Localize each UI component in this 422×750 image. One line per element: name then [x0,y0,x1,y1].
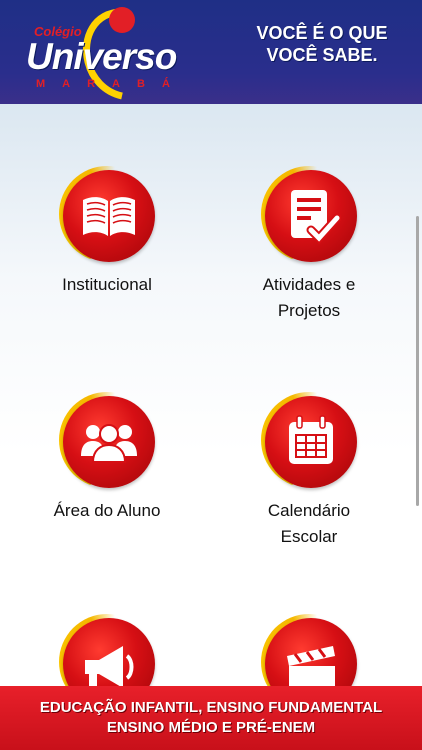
menu-item-avisos[interactable] [17,614,197,686]
menu-item-label: Área do Aluno [53,501,161,520]
menu-badge [261,166,357,262]
menu-grid: Institucional Atividades e Projetos Área… [0,104,422,686]
menu-item-videos[interactable] [219,614,399,686]
logo-city-text: MARABÁ [36,78,187,90]
calendar-icon [289,415,333,464]
scrollbar[interactable] [416,216,419,506]
book-icon [83,197,135,236]
checklist-document-icon [291,190,341,245]
app-header: Colégio Universo MARABÁ VOCÊ É O QUE VOC… [0,0,422,104]
menu-item-label: Institucional [62,275,152,294]
menu-item-institucional[interactable]: Institucional [17,166,197,298]
footer-line1: EDUCAÇÃO INFANTIL, ENSINO FUNDAMENTAL [39,699,383,716]
tagline-line2: VOCÊ SABE. [266,45,378,65]
menu-item-area-do-aluno[interactable]: Área do Aluno [17,392,197,524]
menu-badge [59,614,155,686]
menu-item-label: Atividades e Projetos [262,275,356,320]
menu-item-label: Calendário Escolar [267,501,351,546]
footer-banner: EDUCAÇÃO INFANTIL, ENSINO FUNDAMENTAL EN… [0,686,422,750]
menu-item-atividades-projetos[interactable]: Atividades e Projetos [219,166,399,324]
school-logo: Colégio Universo MARABÁ [24,7,204,100]
menu-badge [59,392,155,488]
tagline-line1: VOCÊ É O QUE [256,23,388,43]
megaphone-icon [85,646,134,686]
footer-line2: ENSINO MÉDIO E PRÉ-ENEM [106,719,316,736]
group-users-icon [81,424,137,463]
tagline: VOCÊ É O QUE VOCÊ SABE. [236,22,408,66]
logo-main-text: Universo [26,36,177,77]
menu-item-calendario-escolar[interactable]: Calendário Escolar [219,392,399,550]
menu-badge [59,166,155,262]
menu-badge [261,392,357,488]
menu-badge [261,614,357,686]
clapperboard-icon [287,646,335,686]
